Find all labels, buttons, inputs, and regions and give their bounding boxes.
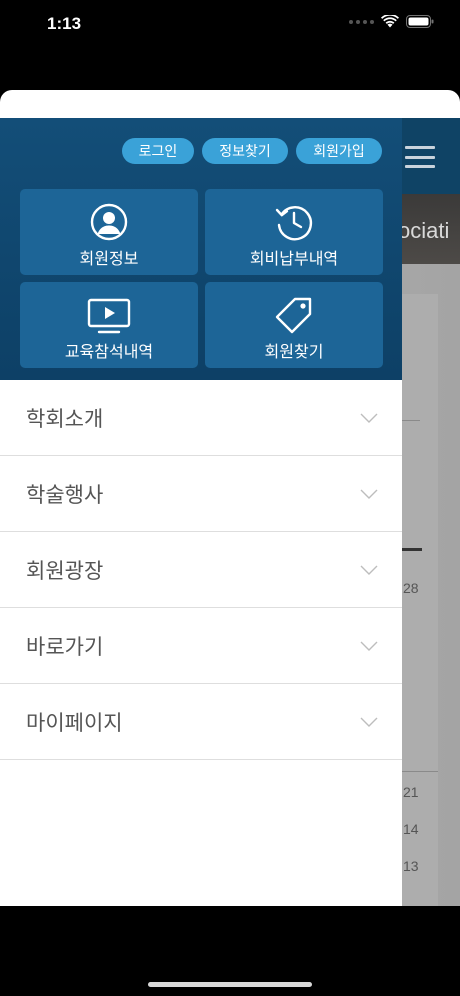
login-button[interactable]: 로그인 (122, 138, 194, 164)
battery-icon (406, 15, 434, 28)
tile-find-member[interactable]: 회원찾기 (205, 282, 383, 368)
home-indicator[interactable] (148, 982, 312, 987)
menu-item-about[interactable]: 학회소개 (0, 380, 402, 456)
tile-label: 회원찾기 (264, 342, 324, 361)
chevron-down-icon (360, 717, 378, 727)
divider (400, 771, 438, 772)
background-banner-text: ociati (398, 218, 450, 243)
menu-item-label: 학술행사 (26, 482, 104, 507)
background-number: 13 (403, 858, 419, 874)
tile-label: 회비납부내역 (249, 249, 339, 268)
tile-label: 교육참석내역 (64, 342, 154, 361)
tile-label: 회원정보 (79, 249, 139, 268)
wifi-icon (381, 15, 399, 28)
menu-item-events[interactable]: 학술행사 (0, 456, 402, 532)
tile-member-info[interactable]: 회원정보 (20, 189, 198, 275)
status-bar: 1:13 (0, 0, 460, 50)
find-info-button[interactable]: 정보찾기 (202, 138, 288, 164)
menu-item-label: 마이페이지 (26, 710, 123, 735)
menu-item-label: 학회소개 (26, 406, 104, 431)
status-time: 1:13 (47, 14, 82, 33)
divider (400, 548, 422, 551)
side-drawer: 로그인 정보찾기 회원가입 회원정보 회비납부내역 교육참석내역 회원찾기 학회… (0, 118, 402, 906)
background-number: 21 (403, 784, 419, 800)
chevron-down-icon (360, 641, 378, 651)
tile-fee-history[interactable]: 회비납부내역 (205, 189, 383, 275)
menu-item-shortcuts[interactable]: 바로가기 (0, 608, 402, 684)
signal-dots-icon (349, 19, 374, 24)
video-monitor-icon (87, 298, 131, 334)
menu-item-community[interactable]: 회원광장 (0, 532, 402, 608)
drawer-header: 로그인 정보찾기 회원가입 회원정보 회비납부내역 교육참석내역 회원찾기 (0, 118, 402, 380)
join-button[interactable]: 회원가입 (296, 138, 382, 164)
chevron-down-icon (360, 413, 378, 423)
drawer-menu: 학회소개 학술행사 회원광장 바로가기 마이페이지 (0, 380, 402, 760)
menu-item-mypage[interactable]: 마이페이지 (0, 684, 402, 760)
tag-icon (275, 297, 312, 334)
modal-sheet: ociati 28 21 14 13 로그인 정보찾기 회원가입 회원정보 회비… (0, 90, 460, 906)
status-icons (349, 15, 434, 28)
chevron-down-icon (360, 565, 378, 575)
history-icon (275, 206, 313, 241)
tile-education-history[interactable]: 교육참석내역 (20, 282, 198, 368)
menu-item-label: 바로가기 (26, 634, 104, 659)
user-profile-icon (90, 203, 128, 241)
divider (400, 420, 420, 421)
background-number: 28 (403, 580, 419, 596)
hamburger-menu-icon[interactable] (405, 146, 435, 168)
chevron-down-icon (360, 489, 378, 499)
menu-item-label: 회원광장 (26, 558, 104, 583)
background-number: 14 (403, 821, 419, 837)
